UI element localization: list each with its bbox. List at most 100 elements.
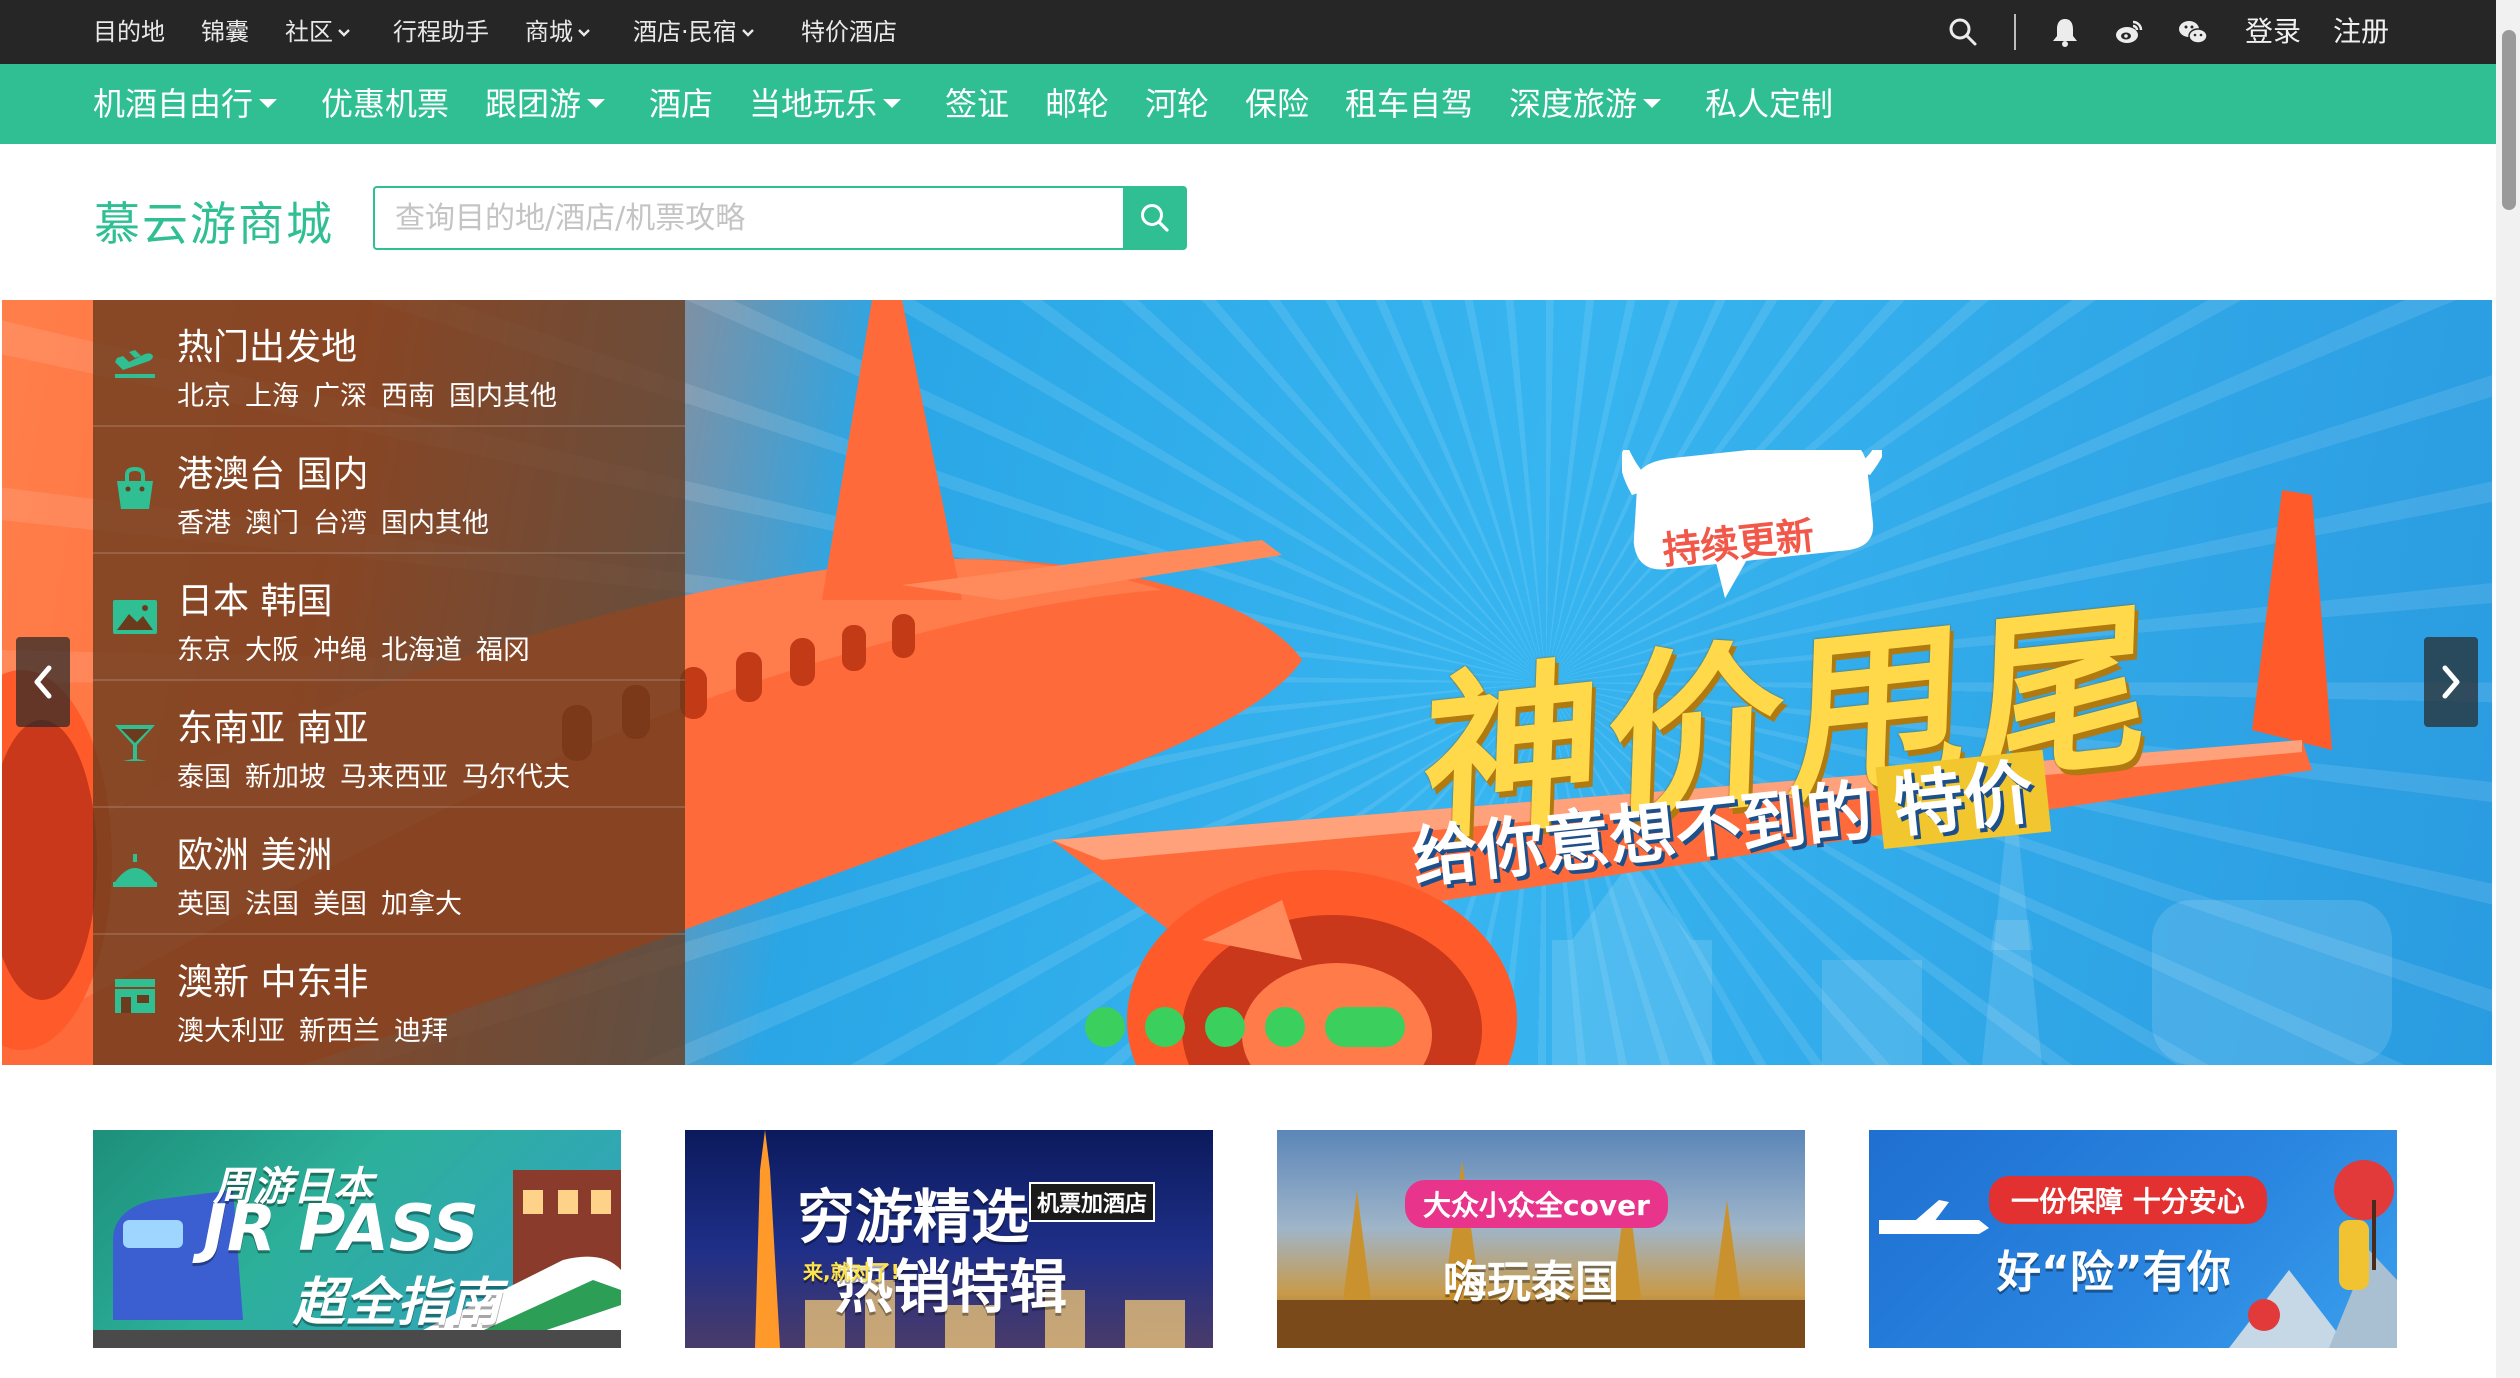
sub-link[interactable]: 美国: [313, 889, 367, 920]
search-button[interactable]: [1123, 186, 1187, 250]
promo-tag: 机票加酒店: [1029, 1182, 1156, 1222]
caret-down-icon: [883, 98, 902, 108]
sub-link[interactable]: 国内其他: [381, 508, 489, 539]
category-row-hot-departure[interactable]: 热门出发地 北京 上海 广深 西南 国内其他: [93, 300, 685, 427]
bell-icon[interactable]: [2049, 16, 2081, 48]
sub-link[interactable]: 广深: [313, 381, 367, 412]
category-subs: 泰国 新加坡 马来西亚 马尔代夫: [177, 755, 584, 794]
caret-down-icon: [1643, 98, 1662, 108]
carousel-prev-button[interactable]: [16, 637, 70, 727]
promo-card-insurance[interactable]: 一份保障 十分安心 好“险”有你: [1869, 1130, 2397, 1348]
carousel-dot-1[interactable]: [1085, 1007, 1125, 1047]
sub-link[interactable]: 大阪: [245, 635, 299, 666]
sub-link[interactable]: 新西兰: [299, 1016, 380, 1047]
carousel-dot-4[interactable]: [1265, 1007, 1305, 1047]
topbar-link-community[interactable]: 社区: [285, 0, 351, 64]
category-row-hk-macau-tw[interactable]: 港澳台 国内 香港 澳门 台湾 国内其他: [93, 427, 685, 554]
nav-item-flight-hotel[interactable]: 机酒自由行: [93, 64, 278, 144]
sub-link[interactable]: 北海道: [381, 635, 462, 666]
landmark-icon: [113, 854, 157, 887]
store-icon: [115, 979, 155, 1013]
divider: [2014, 14, 2016, 50]
promo-card-qyer-selection[interactable]: 机票加酒店 穷游精选 热销特辑 来,就对了!: [685, 1130, 1213, 1348]
wechat-icon[interactable]: [2177, 16, 2209, 48]
cocktail-icon: [115, 725, 155, 761]
weibo-icon[interactable]: [2113, 16, 2145, 48]
category-title[interactable]: 东南亚 南亚: [177, 699, 368, 751]
category-subs: 香港 澳门 台湾 国内其他: [177, 501, 503, 540]
sub-link[interactable]: 国内其他: [449, 381, 557, 412]
top-bar: 目的地 锦囊 社区 行程助手 商城 酒店·民宿 特价酒店 登录 注册: [0, 0, 2496, 64]
sub-link[interactable]: 东京: [177, 635, 231, 666]
topbar-link-itinerary[interactable]: 行程助手: [393, 0, 489, 64]
nav-item-group-tours[interactable]: 跟团游: [485, 64, 606, 144]
topbar-link-special-hotel[interactable]: 特价酒店: [801, 0, 897, 64]
sub-link[interactable]: 泰国: [177, 762, 231, 793]
sub-link[interactable]: 台湾: [313, 508, 367, 539]
category-title[interactable]: 澳新 中东非: [177, 953, 368, 1005]
carousel-next-button[interactable]: [2424, 637, 2478, 727]
search-icon: [1141, 204, 1169, 232]
register-link[interactable]: 注册: [2333, 0, 2389, 64]
category-title[interactable]: 欧洲 美洲: [177, 826, 332, 878]
nav-item-custom[interactable]: 私人定制: [1705, 64, 1833, 144]
promo-line: 嗨玩泰国: [1443, 1257, 1619, 1308]
login-link[interactable]: 登录: [2245, 0, 2301, 64]
category-row-oceania-mideast[interactable]: 澳新 中东非 澳大利亚 新西兰 迪拜: [93, 935, 685, 1062]
sub-link[interactable]: 香港: [177, 508, 231, 539]
topbar-link-destination[interactable]: 目的地: [93, 0, 165, 64]
sub-link[interactable]: 上海: [245, 381, 299, 412]
nav-item-local-fun[interactable]: 当地玩乐: [749, 64, 902, 144]
carousel-dot-3[interactable]: [1205, 1007, 1245, 1047]
nav-item-cheap-flights[interactable]: 优惠机票: [321, 64, 449, 144]
sub-link[interactable]: 新加坡: [245, 762, 326, 793]
nav-item-deep-travel[interactable]: 深度旅游: [1509, 64, 1662, 144]
promo-card-thailand[interactable]: 大众小众全cover 嗨玩泰国: [1277, 1130, 1805, 1348]
promo-line: 来,就对了!: [803, 1260, 900, 1284]
carousel-dot-2[interactable]: [1145, 1007, 1185, 1047]
nav-item-cruise[interactable]: 邮轮: [1045, 64, 1109, 144]
sub-link[interactable]: 北京: [177, 381, 231, 412]
topbar-link-hotel-homestay[interactable]: 酒店·民宿: [633, 0, 755, 64]
carousel-dot-5[interactable]: [1325, 1007, 1405, 1047]
category-title[interactable]: 日本 韩国: [177, 572, 332, 624]
chevron-down-icon: [338, 29, 350, 37]
search-icon[interactable]: [1947, 16, 1979, 48]
sub-link[interactable]: 马尔代夫: [462, 762, 570, 793]
category-row-southeast-asia[interactable]: 东南亚 南亚 泰国 新加坡 马来西亚 马尔代夫: [93, 681, 685, 808]
nav-item-hotel[interactable]: 酒店: [649, 64, 713, 144]
brand-logo[interactable]: 慕云游商城: [94, 188, 334, 254]
search-input[interactable]: [373, 186, 1125, 250]
nav-item-visa[interactable]: 签证: [945, 64, 1009, 144]
nav-item-car-rental[interactable]: 租车自驾: [1345, 64, 1473, 144]
shopping-bag-icon: [117, 466, 153, 509]
sub-link[interactable]: 澳大利亚: [177, 1016, 285, 1047]
caret-down-icon: [587, 98, 606, 108]
sub-link[interactable]: 冲绳: [313, 635, 367, 666]
nav-item-river-cruise[interactable]: 河轮: [1145, 64, 1209, 144]
sub-link[interactable]: 西南: [381, 381, 435, 412]
sub-link[interactable]: 马来西亚: [340, 762, 448, 793]
caret-down-icon: [259, 98, 278, 108]
scrollbar-thumb[interactable]: [2502, 30, 2516, 210]
topbar-link-tips[interactable]: 锦囊: [201, 0, 249, 64]
sub-link[interactable]: 英国: [177, 889, 231, 920]
topbar-link-mall[interactable]: 商城: [525, 0, 591, 64]
category-row-japan-korea[interactable]: 日本 韩国 东京 大阪 冲绳 北海道 福冈: [93, 554, 685, 681]
sub-link[interactable]: 法国: [245, 889, 299, 920]
category-title[interactable]: 热门出发地: [177, 318, 357, 370]
category-title[interactable]: 港澳台 国内: [177, 445, 368, 497]
nav-item-insurance[interactable]: 保险: [1245, 64, 1309, 144]
sub-link[interactable]: 迪拜: [394, 1016, 448, 1047]
category-row-europe-america[interactable]: 欧洲 美洲 英国 法国 美国 加拿大: [93, 808, 685, 935]
chevron-right-icon: [2442, 665, 2460, 699]
sub-link[interactable]: 加拿大: [381, 889, 462, 920]
sub-link[interactable]: 福冈: [476, 635, 530, 666]
sub-link[interactable]: 澳门: [245, 508, 299, 539]
page-scrollbar[interactable]: [2496, 0, 2520, 1378]
promo-tag: 大众小众全cover: [1405, 1180, 1668, 1228]
promo-card-jr-pass[interactable]: 周游日本 JR PASS 超全指南: [93, 1130, 621, 1348]
category-subs: 北京 上海 广深 西南 国内其他: [177, 374, 571, 413]
category-subs: 澳大利亚 新西兰 迪拜: [177, 1009, 462, 1048]
chevron-down-icon: [741, 29, 754, 37]
